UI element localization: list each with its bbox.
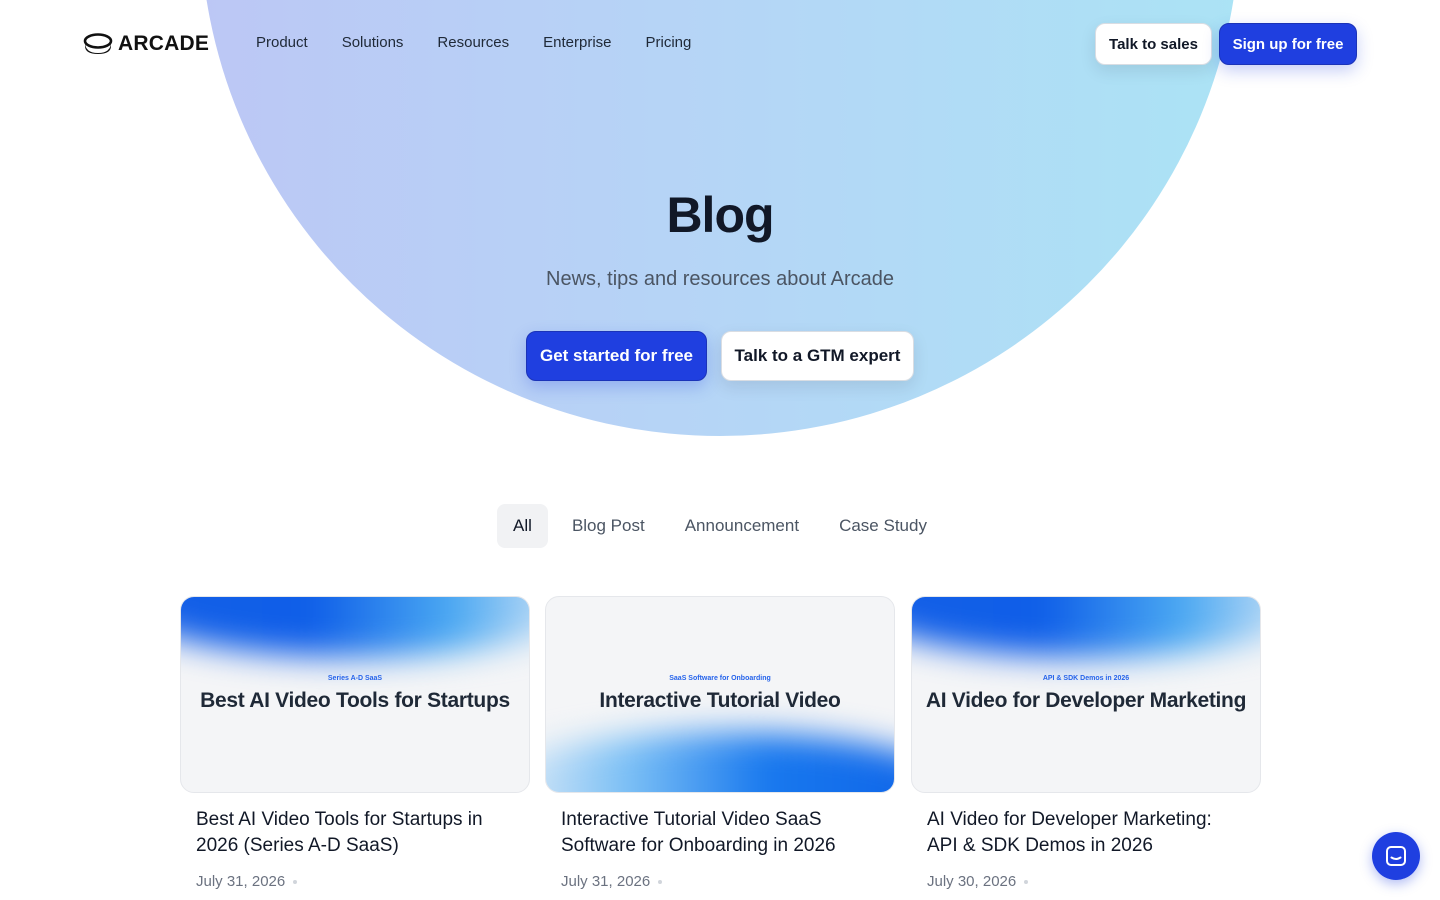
thumbnail-gradient (181, 597, 529, 657)
nav-link-pricing[interactable]: Pricing (646, 34, 692, 51)
thumbnail-title: Interactive Tutorial Video (599, 689, 841, 712)
separator-dot (1024, 879, 1029, 884)
page-subtitle: News, tips and resources about Arcade (546, 268, 894, 290)
post-thumbnail[interactable]: Series A-D SaaS Best AI Video Tools for … (180, 596, 530, 793)
post-date: July 31, 2026 (561, 873, 651, 890)
thumbnail-title: AI Video for Developer Marketing (925, 689, 1247, 712)
nav-link-enterprise[interactable]: Enterprise (543, 34, 611, 51)
post-card[interactable]: API & SDK Demos in 2026 AI Video for Dev… (911, 596, 1261, 890)
chat-bubble-icon (1386, 846, 1406, 866)
arcade-logo-icon (83, 33, 113, 54)
post-thumbnail[interactable]: API & SDK Demos in 2026 AI Video for Dev… (911, 596, 1261, 793)
nav-link-resources[interactable]: Resources (437, 34, 509, 51)
post-title[interactable]: AI Video for Developer Marketing: API & … (927, 807, 1227, 859)
thumbnail-kicker: API & SDK Demos in 2026 (1042, 675, 1130, 682)
tab-blog-post[interactable]: Blog Post (556, 504, 661, 548)
get-started-button[interactable]: Get started for free (526, 331, 707, 381)
post-meta: July 31, 2026 (196, 873, 514, 890)
post-title[interactable]: Interactive Tutorial Video SaaS Software… (561, 807, 861, 859)
chat-launcher-button[interactable] (1372, 832, 1420, 880)
top-navigation: ARCADE Product Solutions Resources Enter… (0, 0, 1440, 88)
post-date: July 30, 2026 (927, 873, 1017, 890)
post-meta: July 31, 2026 (561, 873, 879, 890)
category-filter-tabs: All Blog Post Announcement Case Study (0, 504, 1440, 548)
talk-to-sales-button[interactable]: Talk to sales (1095, 23, 1212, 65)
post-card[interactable]: Series A-D SaaS Best AI Video Tools for … (180, 596, 530, 890)
page-title: Blog (666, 187, 774, 243)
nav-link-solutions[interactable]: Solutions (342, 34, 404, 51)
tab-all[interactable]: All (497, 504, 548, 548)
main-menu: Product Solutions Resources Enterprise P… (256, 34, 691, 51)
brand-name: ARCADE (118, 32, 210, 55)
post-thumbnail[interactable]: SaaS Software for Onboarding Interactive… (545, 596, 895, 793)
thumbnail-kicker: SaaS Software for Onboarding (669, 675, 771, 682)
post-meta: July 30, 2026 (927, 873, 1245, 890)
post-title[interactable]: Best AI Video Tools for Startups in 2026… (196, 807, 496, 859)
separator-dot (293, 879, 298, 884)
separator-dot (658, 879, 663, 884)
thumbnail-gradient (912, 597, 1260, 657)
sign-up-button[interactable]: Sign up for free (1219, 23, 1357, 65)
post-card[interactable]: SaaS Software for Onboarding Interactive… (545, 596, 895, 890)
tab-announcement[interactable]: Announcement (669, 504, 815, 548)
thumbnail-kicker: Series A-D SaaS (327, 675, 383, 682)
nav-link-product[interactable]: Product (256, 34, 308, 51)
tab-case-study[interactable]: Case Study (823, 504, 943, 548)
arcade-logo[interactable]: ARCADE (83, 31, 209, 57)
thumbnail-title: Best AI Video Tools for Startups (200, 689, 510, 712)
post-date: July 31, 2026 (196, 873, 286, 890)
thumbnail-gradient (546, 732, 894, 792)
talk-to-expert-button[interactable]: Talk to a GTM expert (721, 331, 914, 381)
